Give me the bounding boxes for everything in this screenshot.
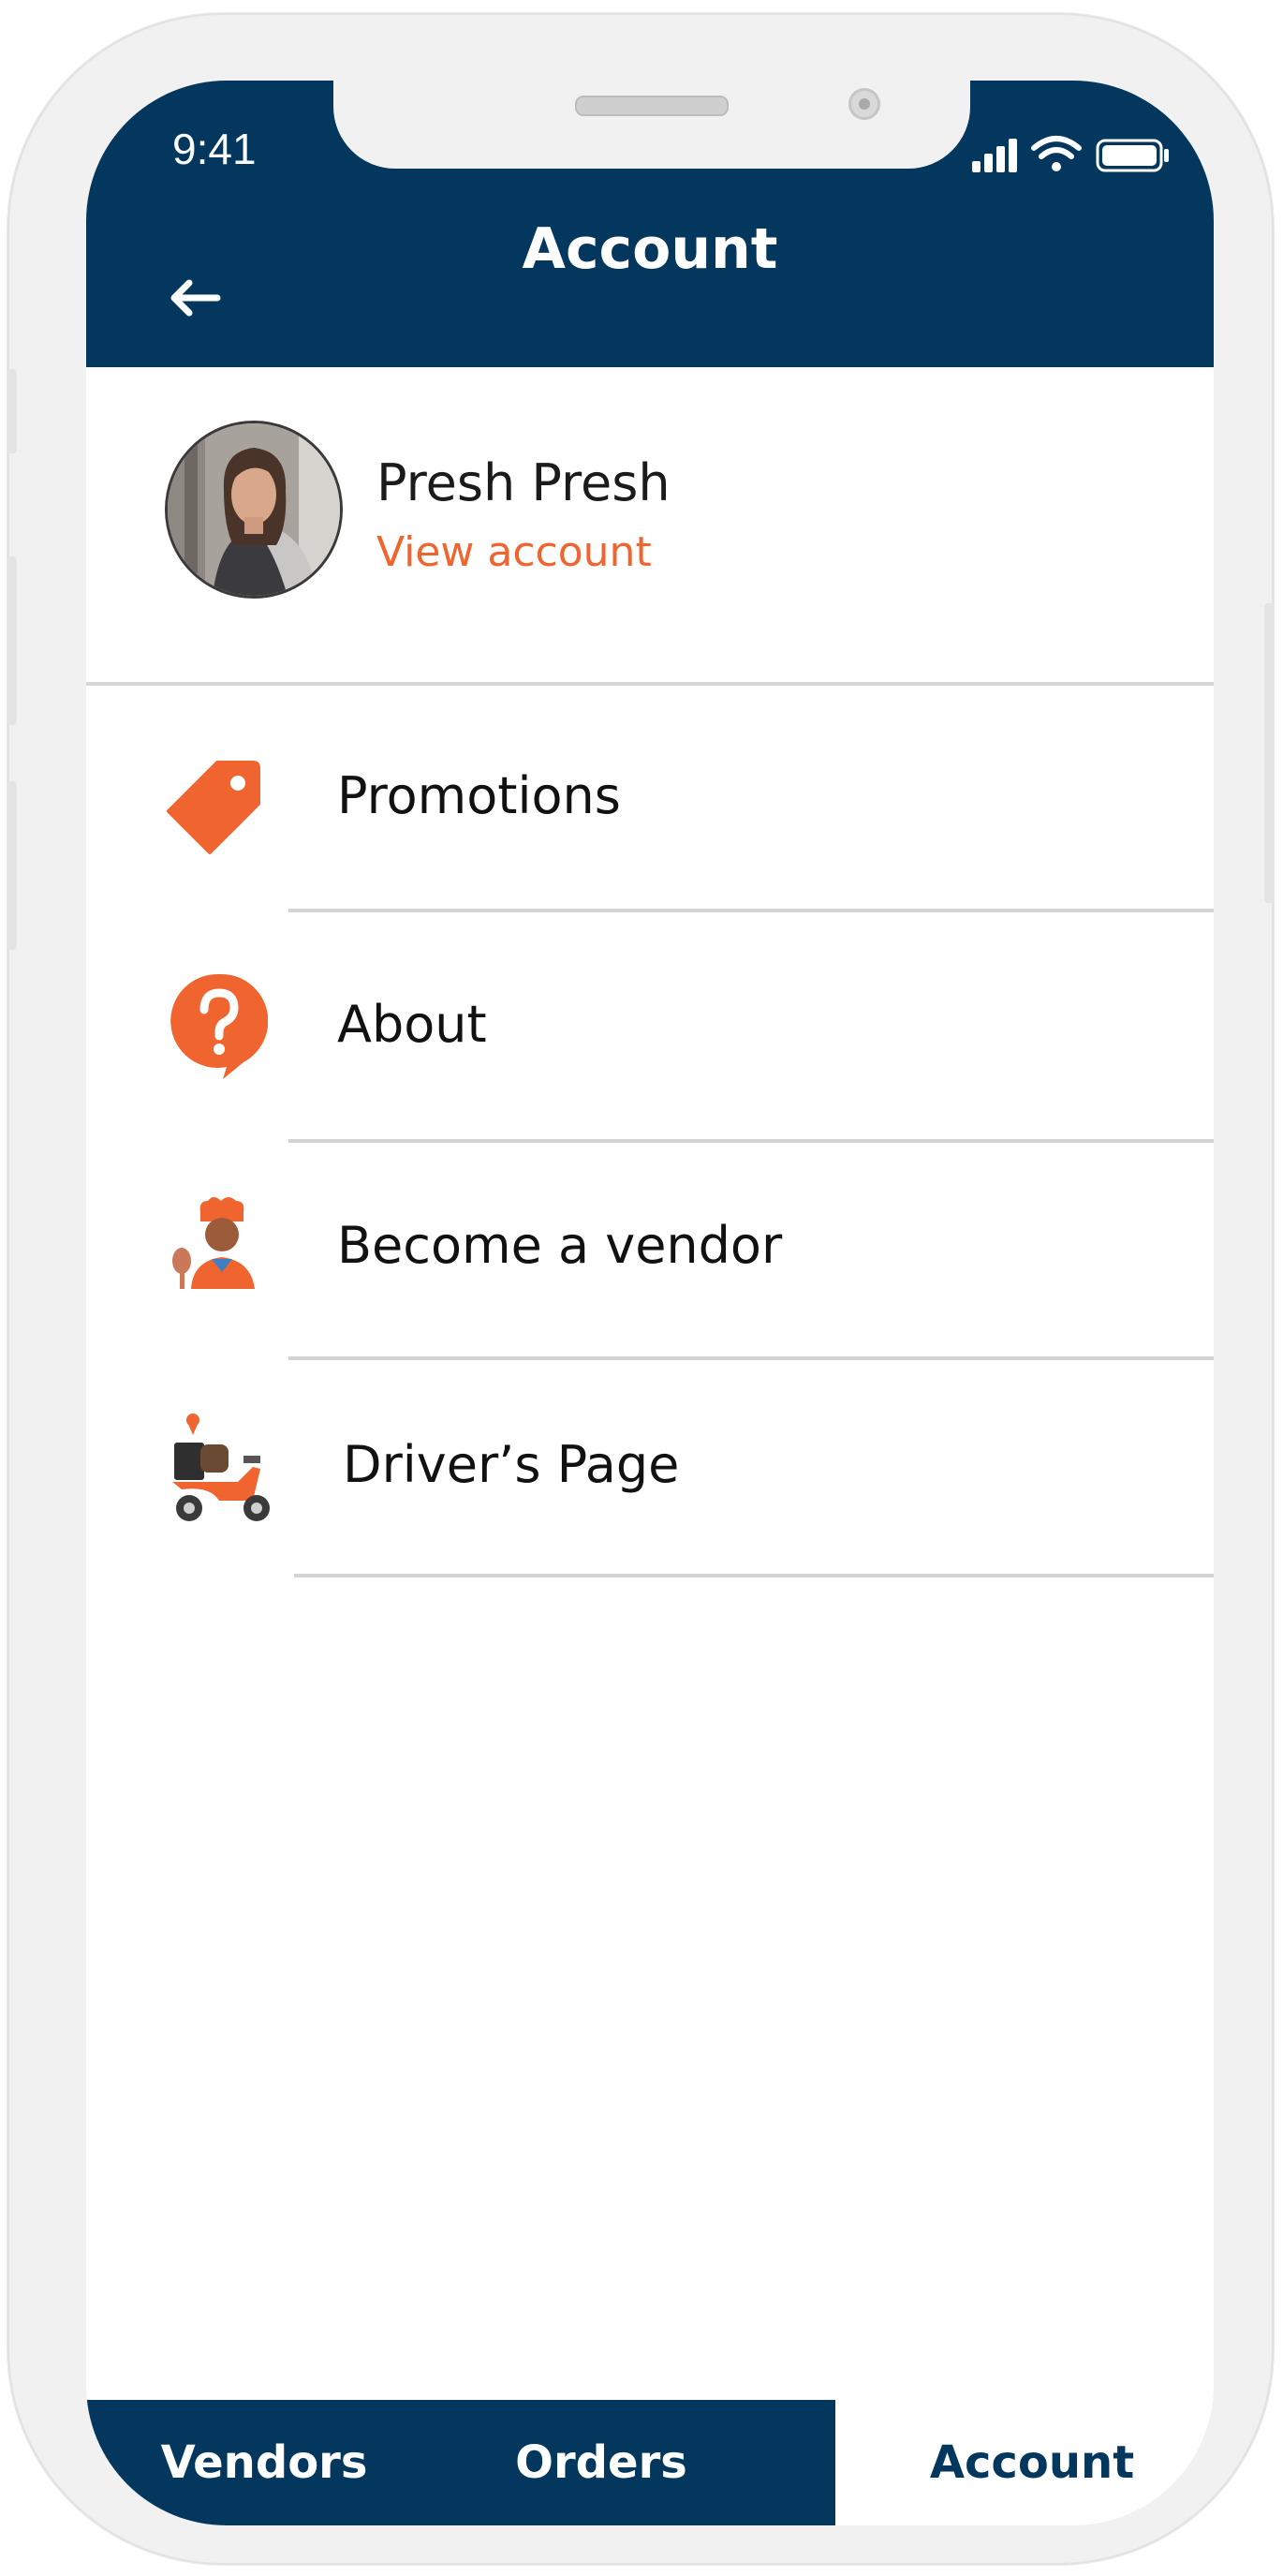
- front-camera: [848, 88, 880, 120]
- menu-item-drivers-page[interactable]: Driver’s Page: [86, 1360, 1214, 1577]
- mute-switch: [7, 369, 17, 453]
- menu-item-promotions[interactable]: Promotions: [86, 686, 1214, 912]
- wifi-icon: [1031, 136, 1082, 171]
- phone-frame: 9:41 Account Presh Presh View account Pr…: [7, 13, 1274, 2565]
- tab-account[interactable]: Account: [873, 2400, 1191, 2525]
- menu-label: About: [337, 995, 487, 1054]
- app-header: 9:41 Account: [86, 81, 1214, 367]
- profile-section[interactable]: Presh Presh View account: [86, 367, 1214, 686]
- tag-icon: [167, 761, 260, 854]
- screen: 9:41 Account Presh Presh View account Pr…: [86, 81, 1214, 2525]
- status-icons: [972, 136, 1169, 172]
- menu-label: Promotions: [337, 766, 621, 825]
- profile-name: Presh Presh: [376, 453, 671, 512]
- page-title: Account: [522, 216, 778, 282]
- speaker-grille: [575, 96, 729, 116]
- menu-item-about[interactable]: About: [86, 912, 1214, 1143]
- delivery-scooter-icon: [172, 1414, 270, 1521]
- view-account-link[interactable]: View account: [376, 528, 652, 576]
- status-time: 9:41: [172, 125, 257, 173]
- tab-orders[interactable]: Orders: [461, 2400, 742, 2525]
- device-notch: [333, 81, 970, 169]
- power-button: [1264, 603, 1274, 903]
- volume-down-button: [7, 781, 17, 950]
- question-bubble-icon: [170, 973, 268, 1079]
- avatar-photo: [168, 423, 340, 596]
- volume-up-button: [7, 556, 17, 725]
- menu-separator: [294, 1574, 1214, 1577]
- battery-icon: [1096, 139, 1169, 172]
- tab-vendors[interactable]: Vendors: [142, 2400, 386, 2525]
- avatar[interactable]: [165, 421, 343, 599]
- menu-item-become-vendor[interactable]: Become a vendor: [86, 1143, 1214, 1360]
- signal-icon: [972, 139, 1017, 172]
- bottom-tab-bar: Vendors Orders Account: [86, 2400, 1214, 2525]
- menu-label: Become a vendor: [337, 1216, 783, 1275]
- menu-label: Driver’s Page: [343, 1435, 680, 1494]
- chef-icon: [172, 1197, 255, 1289]
